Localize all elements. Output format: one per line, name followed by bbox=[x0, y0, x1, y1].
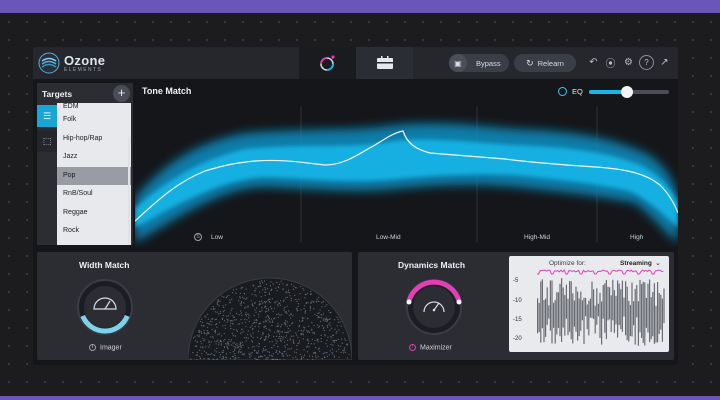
list-item[interactable]: Hip-hop/Rap bbox=[57, 130, 131, 149]
list-view-tab[interactable]: ☰ bbox=[37, 105, 57, 127]
brand-subtitle: ELEMENTS bbox=[64, 67, 103, 73]
list-item[interactable]: Rock bbox=[57, 222, 131, 241]
eq-toggle[interactable] bbox=[558, 87, 567, 96]
imager-label: Imager bbox=[100, 344, 122, 352]
relearn-button[interactable]: ↻ Relearn bbox=[514, 54, 576, 72]
chevron-down-icon[interactable]: ⌄ bbox=[655, 259, 661, 267]
relearn-label: Relearn bbox=[537, 58, 564, 68]
dynamics-waveform bbox=[537, 269, 665, 346]
tone-match-curve bbox=[135, 107, 678, 243]
width-match-title: Width Match bbox=[79, 260, 130, 270]
list-item-selected[interactable]: Pop bbox=[57, 166, 131, 185]
header-bar: Ozone ELEMENTS ▣ Bypass ↻ Relearn ↶ ⦿ ⚙ … bbox=[33, 47, 678, 79]
list-item[interactable]: Jazz bbox=[57, 148, 131, 167]
ozone-window: Ozone ELEMENTS ▣ Bypass ↻ Relearn ↶ ⦿ ⚙ … bbox=[33, 47, 678, 365]
db-tick-label: -20 bbox=[513, 336, 522, 342]
tab-modules[interactable] bbox=[355, 47, 413, 79]
low-solo-icon[interactable]: S bbox=[194, 233, 202, 241]
signal-flow-icon[interactable]: ↗ bbox=[657, 55, 672, 70]
undo-icon[interactable]: ↶ bbox=[586, 55, 601, 70]
optimize-for-label: Optimize for: bbox=[549, 260, 586, 267]
dynamics-match-panel: Dynamics Match i Maximizer Optimize for: … bbox=[358, 252, 674, 360]
list-icon: ☰ bbox=[42, 110, 52, 121]
band-label-high: High bbox=[630, 234, 644, 241]
bottom-frame-bar bbox=[0, 396, 720, 400]
list-item[interactable]: EDM bbox=[57, 103, 131, 111]
ozone-logo-icon bbox=[38, 52, 60, 74]
tone-match-title: Tone Match bbox=[142, 86, 192, 96]
width-knob[interactable] bbox=[74, 276, 136, 338]
targets-title: Targets bbox=[42, 89, 73, 99]
add-target-button[interactable]: + bbox=[113, 85, 130, 102]
bypass-label: Bypass bbox=[476, 58, 501, 68]
eq-amount-slider[interactable] bbox=[589, 86, 669, 98]
reference-file-tab[interactable]: ⬚ bbox=[37, 130, 57, 152]
band-label-high-mid: High-Mid bbox=[524, 234, 551, 241]
help-icon[interactable]: ? bbox=[639, 55, 654, 70]
history-icon[interactable]: ⦿ bbox=[603, 55, 618, 70]
maximizer-module-link[interactable]: i Maximizer bbox=[409, 344, 452, 351]
list-item[interactable]: Folk bbox=[57, 111, 131, 130]
eq-amount-thumb[interactable] bbox=[621, 86, 634, 98]
tab-assistant[interactable] bbox=[299, 47, 355, 79]
info-icon: i bbox=[409, 344, 416, 351]
genre-list: EDM Folk Hip-hop/Rap Jazz Pop RnB/Soul R… bbox=[57, 103, 131, 245]
optimize-for-select[interactable]: Streaming bbox=[620, 260, 652, 267]
document-icon: ⬚ bbox=[42, 135, 52, 146]
gear-icon[interactable]: ⚙ bbox=[621, 55, 636, 70]
dynamics-match-title: Dynamics Match bbox=[398, 260, 466, 270]
maximizer-label: Maximizer bbox=[420, 344, 452, 352]
list-item[interactable]: Reggae bbox=[57, 204, 131, 223]
db-tick-label: -5 bbox=[513, 278, 519, 284]
band-label-low-mid: Low-Mid bbox=[376, 234, 401, 241]
dynamics-knob[interactable] bbox=[403, 276, 465, 338]
bypass-icon: ▣ bbox=[449, 54, 467, 72]
imager-module-link[interactable]: i Imager bbox=[89, 344, 122, 351]
band-label-low: Low bbox=[211, 234, 223, 241]
assistant-icon bbox=[320, 55, 335, 71]
width-match-panel: Width Match i Imager bbox=[37, 252, 352, 360]
genre-scrollbar[interactable] bbox=[128, 137, 130, 245]
dynamics-history-graph: Optimize for: Streaming ⌄ -5 -10 -15 -20 bbox=[509, 256, 669, 352]
brand-name: Ozone bbox=[64, 53, 106, 68]
bypass-button[interactable]: ▣ Bypass bbox=[449, 54, 509, 72]
targets-panel: Targets + ☰ ⬚ EDM Folk Hip-hop/Rap Jazz … bbox=[37, 83, 133, 245]
eq-label: EQ bbox=[572, 87, 583, 96]
info-icon: i bbox=[89, 344, 96, 351]
db-tick-label: -10 bbox=[513, 298, 522, 304]
modules-icon bbox=[376, 56, 393, 69]
list-item[interactable]: RnB/Soul bbox=[57, 185, 131, 204]
db-tick-label: -15 bbox=[513, 317, 522, 323]
relearn-icon: ↻ bbox=[526, 57, 534, 68]
top-frame-bar bbox=[0, 0, 720, 13]
stereo-vectorscope bbox=[188, 277, 352, 360]
